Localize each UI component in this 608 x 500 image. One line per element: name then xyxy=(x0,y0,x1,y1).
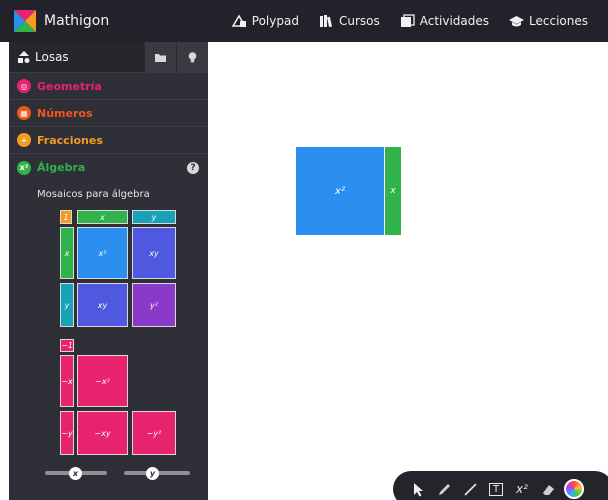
main-nav: Polypad Cursos Actividades Lecciones xyxy=(231,0,608,42)
category-fracciones-label: Fracciones xyxy=(37,133,103,147)
bottom-toolbar: T x² xyxy=(393,471,608,500)
tab-ideas[interactable] xyxy=(176,42,208,73)
tile-x-vertical[interactable]: x xyxy=(60,227,74,279)
tile-x-horizontal[interactable]: x xyxy=(77,210,128,224)
tile-y-squared[interactable]: y² xyxy=(132,283,176,327)
color-tool[interactable] xyxy=(563,479,585,499)
algebra-icon: x² xyxy=(17,160,31,175)
equation-tool[interactable]: x² xyxy=(511,479,533,499)
algebra-tiles-palette: 1 x y x x² xy y xy y² −1 −x −x² −y −xy −… xyxy=(9,187,208,500)
brand-name: Mathigon xyxy=(44,13,110,29)
pen-tool[interactable] xyxy=(433,479,455,499)
nav-polypad-label: Polypad xyxy=(251,14,299,28)
tile-neg-y-squared[interactable]: −y² xyxy=(132,411,176,455)
geometry-icon: ◎ xyxy=(17,79,31,93)
equation-tool-icon: x² xyxy=(516,482,528,496)
slider-x-knob[interactable]: x xyxy=(69,467,82,480)
shapes-icon xyxy=(18,51,30,63)
select-tool[interactable] xyxy=(407,479,429,499)
lecciones-icon xyxy=(509,15,525,26)
category-numeros-label: Números xyxy=(37,106,93,120)
panel-title[interactable]: Losas xyxy=(9,50,144,64)
tile-one[interactable]: 1 xyxy=(60,210,72,224)
nav-lecciones[interactable]: Lecciones xyxy=(509,14,588,29)
category-geometria[interactable]: ◎ Geometría xyxy=(9,73,208,100)
page: Mathigon Polypad Cursos Actividades Lecc… xyxy=(0,0,608,500)
category-numeros[interactable]: ▦ Números xyxy=(9,100,208,127)
category-algebra-label: Álgebra xyxy=(37,161,86,174)
tile-neg-x-squared[interactable]: −x² xyxy=(77,355,128,407)
text-tool-icon: T xyxy=(488,482,504,496)
top-bar: Mathigon Polypad Cursos Actividades Lecc… xyxy=(0,0,608,42)
lightbulb-icon xyxy=(188,51,197,62)
folder-icon xyxy=(155,53,166,62)
tile-neg-one[interactable]: −1 xyxy=(60,339,74,352)
nav-polypad[interactable]: Polypad xyxy=(231,14,299,29)
tile-xy[interactable]: xy xyxy=(77,283,128,327)
nav-cursos-label: Cursos xyxy=(338,14,380,28)
line-tool[interactable] xyxy=(459,479,481,499)
nav-cursos[interactable]: Cursos xyxy=(319,14,380,29)
sidebar-header: Losas xyxy=(9,42,208,73)
tile-neg-y-vertical[interactable]: −y xyxy=(60,411,74,455)
slider-y-knob[interactable]: y xyxy=(146,467,159,480)
panel-title-label: Losas xyxy=(35,50,69,64)
brand[interactable]: Mathigon xyxy=(14,10,109,32)
tab-folder[interactable] xyxy=(144,42,176,73)
pen-icon xyxy=(438,483,450,495)
tile-neg-x-vertical[interactable]: −x xyxy=(60,355,74,407)
numbers-icon: ▦ xyxy=(17,106,31,120)
actividades-icon xyxy=(400,13,415,27)
tile-y-vertical[interactable]: y xyxy=(60,283,74,327)
polypad-icon xyxy=(231,14,247,27)
mathigon-logo-icon xyxy=(14,10,36,32)
text-tool[interactable]: T xyxy=(485,479,507,499)
category-geometria-label: Geometría xyxy=(37,79,102,93)
tile-xy[interactable]: xy xyxy=(132,227,176,279)
help-icon[interactable]: ? xyxy=(187,161,199,174)
color-wheel-icon xyxy=(564,479,584,499)
cursor-arrow-icon xyxy=(413,482,423,496)
category-fracciones[interactable]: ÷ Fracciones xyxy=(9,127,208,154)
tile-x-squared[interactable]: x² xyxy=(77,227,128,279)
category-algebra[interactable]: x² Álgebra ? xyxy=(9,154,208,181)
cursos-icon xyxy=(319,14,332,27)
tile-neg-xy[interactable]: −xy xyxy=(77,411,128,455)
canvas-tile-x-squared[interactable]: x² xyxy=(296,147,384,235)
tiles-sidebar: Losas ◎ Geometría ▦ Números ÷ Fracciones… xyxy=(9,42,208,500)
nav-lecciones-label: Lecciones xyxy=(529,14,588,28)
eraser-tool[interactable] xyxy=(537,479,559,499)
line-icon xyxy=(463,482,477,496)
tile-y-horizontal[interactable]: y xyxy=(132,210,176,224)
canvas-tile-x[interactable]: x xyxy=(384,147,401,235)
fractions-icon: ÷ xyxy=(17,133,31,147)
nav-actividades[interactable]: Actividades xyxy=(400,13,490,29)
nav-actividades-label: Actividades xyxy=(419,14,490,28)
eraser-icon xyxy=(542,484,554,495)
